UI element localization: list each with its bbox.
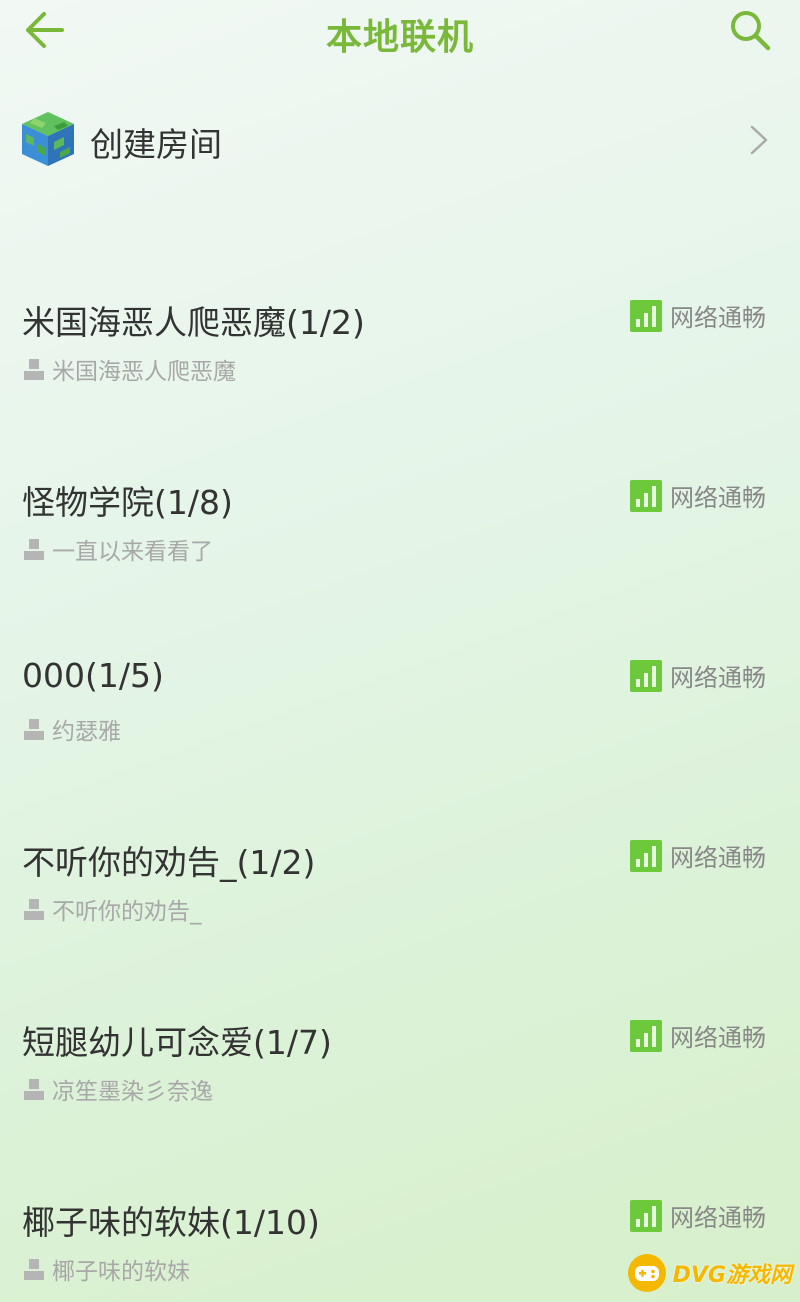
host-row: 凉笙墨染彡奈逸 xyxy=(22,1072,213,1106)
create-room-row[interactable]: 创建房间 xyxy=(0,100,800,180)
gamepad-logo-icon xyxy=(627,1254,666,1292)
chevron-right-icon xyxy=(750,125,768,155)
host-name: 一直以来看看了 xyxy=(52,539,213,565)
signal-bars-icon xyxy=(630,1199,662,1232)
status-label: 网络通畅 xyxy=(670,1024,766,1052)
status-label: 网络通畅 xyxy=(670,484,766,512)
person-icon xyxy=(24,359,44,380)
minecraft-globe-icon xyxy=(22,112,74,166)
person-icon xyxy=(24,899,44,920)
search-icon xyxy=(731,11,771,51)
header-bar: 本地联机 xyxy=(0,0,800,70)
room-name: 短腿幼儿可念爱(1/7) xyxy=(22,1023,332,1062)
host-row: 约瑟雅 xyxy=(22,712,121,746)
network-status: 网络通畅 xyxy=(630,838,766,873)
status-label: 网络通畅 xyxy=(670,1204,766,1232)
host-row: 米国海恶人爬恶魔 xyxy=(22,352,236,386)
host-name: 凉笙墨染彡奈逸 xyxy=(52,1079,213,1105)
room-name: 椰子味的软妹(1/10) xyxy=(22,1203,320,1242)
watermark-text: DVG游戏网 xyxy=(672,1263,792,1288)
host-row: 一直以来看看了 xyxy=(22,532,213,566)
watermark: DVG游戏网 xyxy=(627,1248,792,1298)
host-name: 不听你的劝告_ xyxy=(52,899,202,925)
person-icon xyxy=(24,1079,44,1100)
signal-bars-icon xyxy=(630,479,662,512)
search-button[interactable] xyxy=(724,6,776,54)
host-name: 椰子味的软妹 xyxy=(52,1259,190,1285)
signal-bars-icon xyxy=(630,1019,662,1052)
room-item[interactable]: 米国海恶人爬恶魔(1/2) 网络通畅 米国海恶人爬恶魔 xyxy=(0,296,800,416)
room-name: 米国海恶人爬恶魔(1/2) xyxy=(22,303,365,342)
network-status: 网络通畅 xyxy=(630,1198,766,1233)
room-name: 怪物学院(1/8) xyxy=(22,483,233,522)
room-item[interactable]: 不听你的劝告_(1/2) 网络通畅 不听你的劝告_ xyxy=(0,836,800,956)
person-icon xyxy=(24,539,44,560)
signal-bars-icon xyxy=(630,299,662,332)
host-row: 椰子味的软妹 xyxy=(22,1252,190,1286)
status-label: 网络通畅 xyxy=(670,844,766,872)
room-item[interactable]: 短腿幼儿可念爱(1/7) 网络通畅 凉笙墨染彡奈逸 xyxy=(0,1016,800,1136)
host-name: 约瑟雅 xyxy=(52,719,121,745)
room-item[interactable]: 怪物学院(1/8) 网络通畅 一直以来看看了 xyxy=(0,476,800,596)
status-label: 网络通畅 xyxy=(670,664,766,692)
network-status: 网络通畅 xyxy=(630,298,766,333)
signal-bars-icon xyxy=(630,839,662,872)
create-room-label: 创建房间 xyxy=(90,125,222,164)
person-icon xyxy=(24,1259,44,1280)
person-icon xyxy=(24,719,44,740)
room-item[interactable]: 000(1/5) 网络通畅 约瑟雅 xyxy=(0,656,800,776)
room-name: 000(1/5) xyxy=(22,656,164,695)
status-label: 网络通畅 xyxy=(670,304,766,332)
room-name: 不听你的劝告_(1/2) xyxy=(22,843,316,882)
host-name: 米国海恶人爬恶魔 xyxy=(52,359,236,385)
network-status: 网络通畅 xyxy=(630,658,766,693)
page-title: 本地联机 xyxy=(325,17,474,58)
network-status: 网络通畅 xyxy=(630,1018,766,1053)
signal-bars-icon xyxy=(630,659,662,692)
host-row: 不听你的劝告_ xyxy=(22,892,202,926)
network-status: 网络通畅 xyxy=(630,478,766,513)
